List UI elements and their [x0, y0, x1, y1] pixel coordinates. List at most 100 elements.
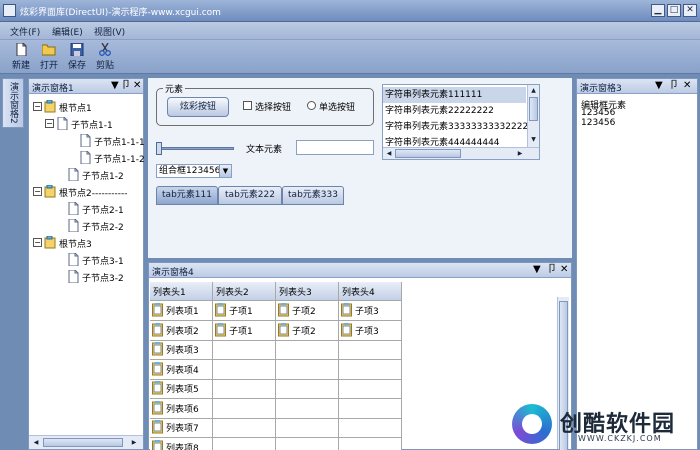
document-icon	[56, 116, 68, 131]
table-cell[interactable]: 子项1	[213, 320, 276, 341]
column-header[interactable]: 列表头3	[276, 282, 339, 301]
cut-button[interactable]: 剪贴	[92, 43, 118, 73]
table-cell[interactable]: 列表项3	[150, 340, 213, 360]
scroll-right-icon[interactable]: ▶	[129, 438, 139, 448]
table-cell[interactable]	[339, 359, 402, 380]
menu-file[interactable]: 文件(F)	[10, 25, 40, 38]
document-icon	[79, 133, 91, 148]
column-header[interactable]: 列表头1	[150, 282, 213, 301]
table-cell[interactable]	[276, 359, 339, 380]
table-cell[interactable]	[339, 437, 402, 450]
tab-pane2[interactable]: 演示窗格2	[2, 78, 24, 128]
list-item[interactable]: 字符串列表元素3333333333222222	[385, 119, 539, 135]
fancy-button[interactable]: 炫彩按钮	[167, 97, 229, 117]
table-cell[interactable]	[339, 398, 402, 419]
list-item[interactable]: 字符串列表元素22222222	[385, 103, 494, 119]
scroll-right-icon[interactable]: ▶	[515, 149, 525, 159]
pin-icon[interactable]: 卩	[547, 264, 557, 276]
pane1-hscroll-thumb[interactable]	[43, 438, 123, 447]
table-cell[interactable]: 子项3	[339, 320, 402, 341]
scroll-up-icon[interactable]: ▲	[529, 86, 538, 96]
close-icon[interactable]: ✕	[133, 80, 141, 92]
close-button[interactable]: ✕	[683, 4, 697, 17]
table-cell[interactable]	[339, 418, 402, 438]
tab-2[interactable]: tab元素222	[218, 186, 282, 205]
table-cell[interactable]	[213, 340, 276, 360]
close-icon[interactable]: ✕	[560, 264, 568, 276]
table-cell[interactable]	[276, 398, 339, 419]
table-cell[interactable]: 列表项6	[150, 398, 213, 419]
cell-text: 子项1	[229, 326, 253, 337]
slider-handle[interactable]	[156, 142, 162, 155]
table-cell[interactable]	[213, 418, 276, 438]
scroll-left-icon[interactable]: ◀	[31, 438, 41, 448]
list-vscroll[interactable]: ▲ ▼	[527, 85, 539, 147]
slider[interactable]	[156, 142, 234, 155]
table-cell[interactable]: 子项3	[339, 301, 402, 321]
table-cell[interactable]	[213, 379, 276, 399]
new-button[interactable]: 新建	[8, 43, 34, 73]
table-cell[interactable]: 列表项7	[150, 418, 213, 438]
pin-icon[interactable]: 卩	[669, 80, 679, 92]
pin-icon[interactable]: 卩	[121, 80, 131, 92]
dropdown-icon[interactable]: ▼	[655, 80, 663, 92]
radio-button[interactable]	[307, 101, 316, 110]
cell-text: 子项3	[355, 307, 379, 317]
cell-text: 列表项4	[166, 365, 199, 376]
table-cell[interactable]: 列表项5	[150, 379, 213, 399]
tab-3[interactable]: tab元素333	[282, 186, 344, 205]
table-cell[interactable]	[339, 340, 402, 360]
collapse-icon[interactable]: −	[33, 102, 42, 111]
table-cell[interactable]	[213, 437, 276, 450]
combo-box[interactable]: 组合框123456 ▼	[156, 164, 232, 178]
watermark: 创酷软件园 WWW.CKZKJ.COM	[512, 400, 700, 450]
table-cell[interactable]: 列表项8	[150, 437, 213, 450]
table-cell[interactable]: 列表项1	[150, 301, 213, 321]
open-label: 打开	[39, 61, 58, 71]
save-button[interactable]: 保存	[64, 43, 90, 73]
select-checkbox[interactable]	[243, 101, 252, 110]
text-input[interactable]	[296, 140, 374, 155]
close-icon[interactable]: ✕	[683, 80, 691, 92]
list-hscroll[interactable]: ◀ ▶	[383, 147, 539, 159]
table-cell[interactable]	[276, 437, 339, 450]
collapse-icon[interactable]: −	[45, 119, 54, 128]
table-cell[interactable]	[276, 340, 339, 360]
list-item[interactable]: 字符串列表元素111111	[383, 87, 526, 103]
open-button[interactable]: 打开	[36, 43, 62, 73]
table-cell[interactable]	[339, 379, 402, 399]
table-cell[interactable]: 子项2	[276, 320, 339, 341]
scroll-down-icon[interactable]: ▼	[529, 135, 538, 145]
dropdown-icon[interactable]: ▼	[111, 80, 119, 92]
string-list[interactable]: 字符串列表元素111111 字符串列表元素22222222 字符串列表元素333…	[382, 84, 540, 160]
menu-bar: 文件(F) 编辑(E) 视图(V)	[0, 22, 700, 40]
table-cell[interactable]	[276, 379, 339, 399]
new-file-icon	[16, 43, 27, 56]
list-vscroll-thumb[interactable]	[529, 97, 538, 121]
collapse-icon[interactable]: −	[33, 238, 42, 247]
table-cell[interactable]: 列表项2	[150, 320, 213, 341]
column-header[interactable]: 列表头2	[213, 282, 276, 301]
cell-text: 子项1	[229, 307, 253, 317]
slider-track	[156, 147, 234, 150]
maximize-button[interactable]: □	[667, 4, 681, 17]
table-cell[interactable]: 子项2	[276, 301, 339, 321]
minimize-button[interactable]: ▁	[651, 4, 665, 17]
table-cell[interactable]: 子项1	[213, 301, 276, 321]
table-cell[interactable]: 列表项4	[150, 359, 213, 380]
title-bar: 炫彩界面库(DirectUI)-演示程序-www.xcgui.com ▁ □ ✕	[0, 0, 700, 22]
column-header[interactable]: 列表头4	[339, 282, 402, 301]
dropdown-icon[interactable]: ▼	[533, 264, 541, 276]
chevron-down-icon[interactable]: ▼	[219, 165, 231, 177]
scroll-left-icon[interactable]: ◀	[384, 149, 394, 159]
tab-1[interactable]: tab元素111	[156, 186, 218, 205]
table-cell[interactable]	[213, 359, 276, 380]
list-hscroll-thumb[interactable]	[395, 149, 461, 158]
collapse-icon[interactable]: −	[33, 187, 42, 196]
menu-view[interactable]: 视图(V)	[94, 25, 125, 38]
table-cell[interactable]	[213, 398, 276, 419]
table-cell[interactable]	[276, 418, 339, 438]
pane1-hscroll[interactable]: ◀ ▶	[29, 435, 143, 449]
menu-edit[interactable]: 编辑(E)	[52, 25, 83, 38]
pane1-header: 演示窗格1 ▼ 卩 ✕	[29, 79, 143, 94]
